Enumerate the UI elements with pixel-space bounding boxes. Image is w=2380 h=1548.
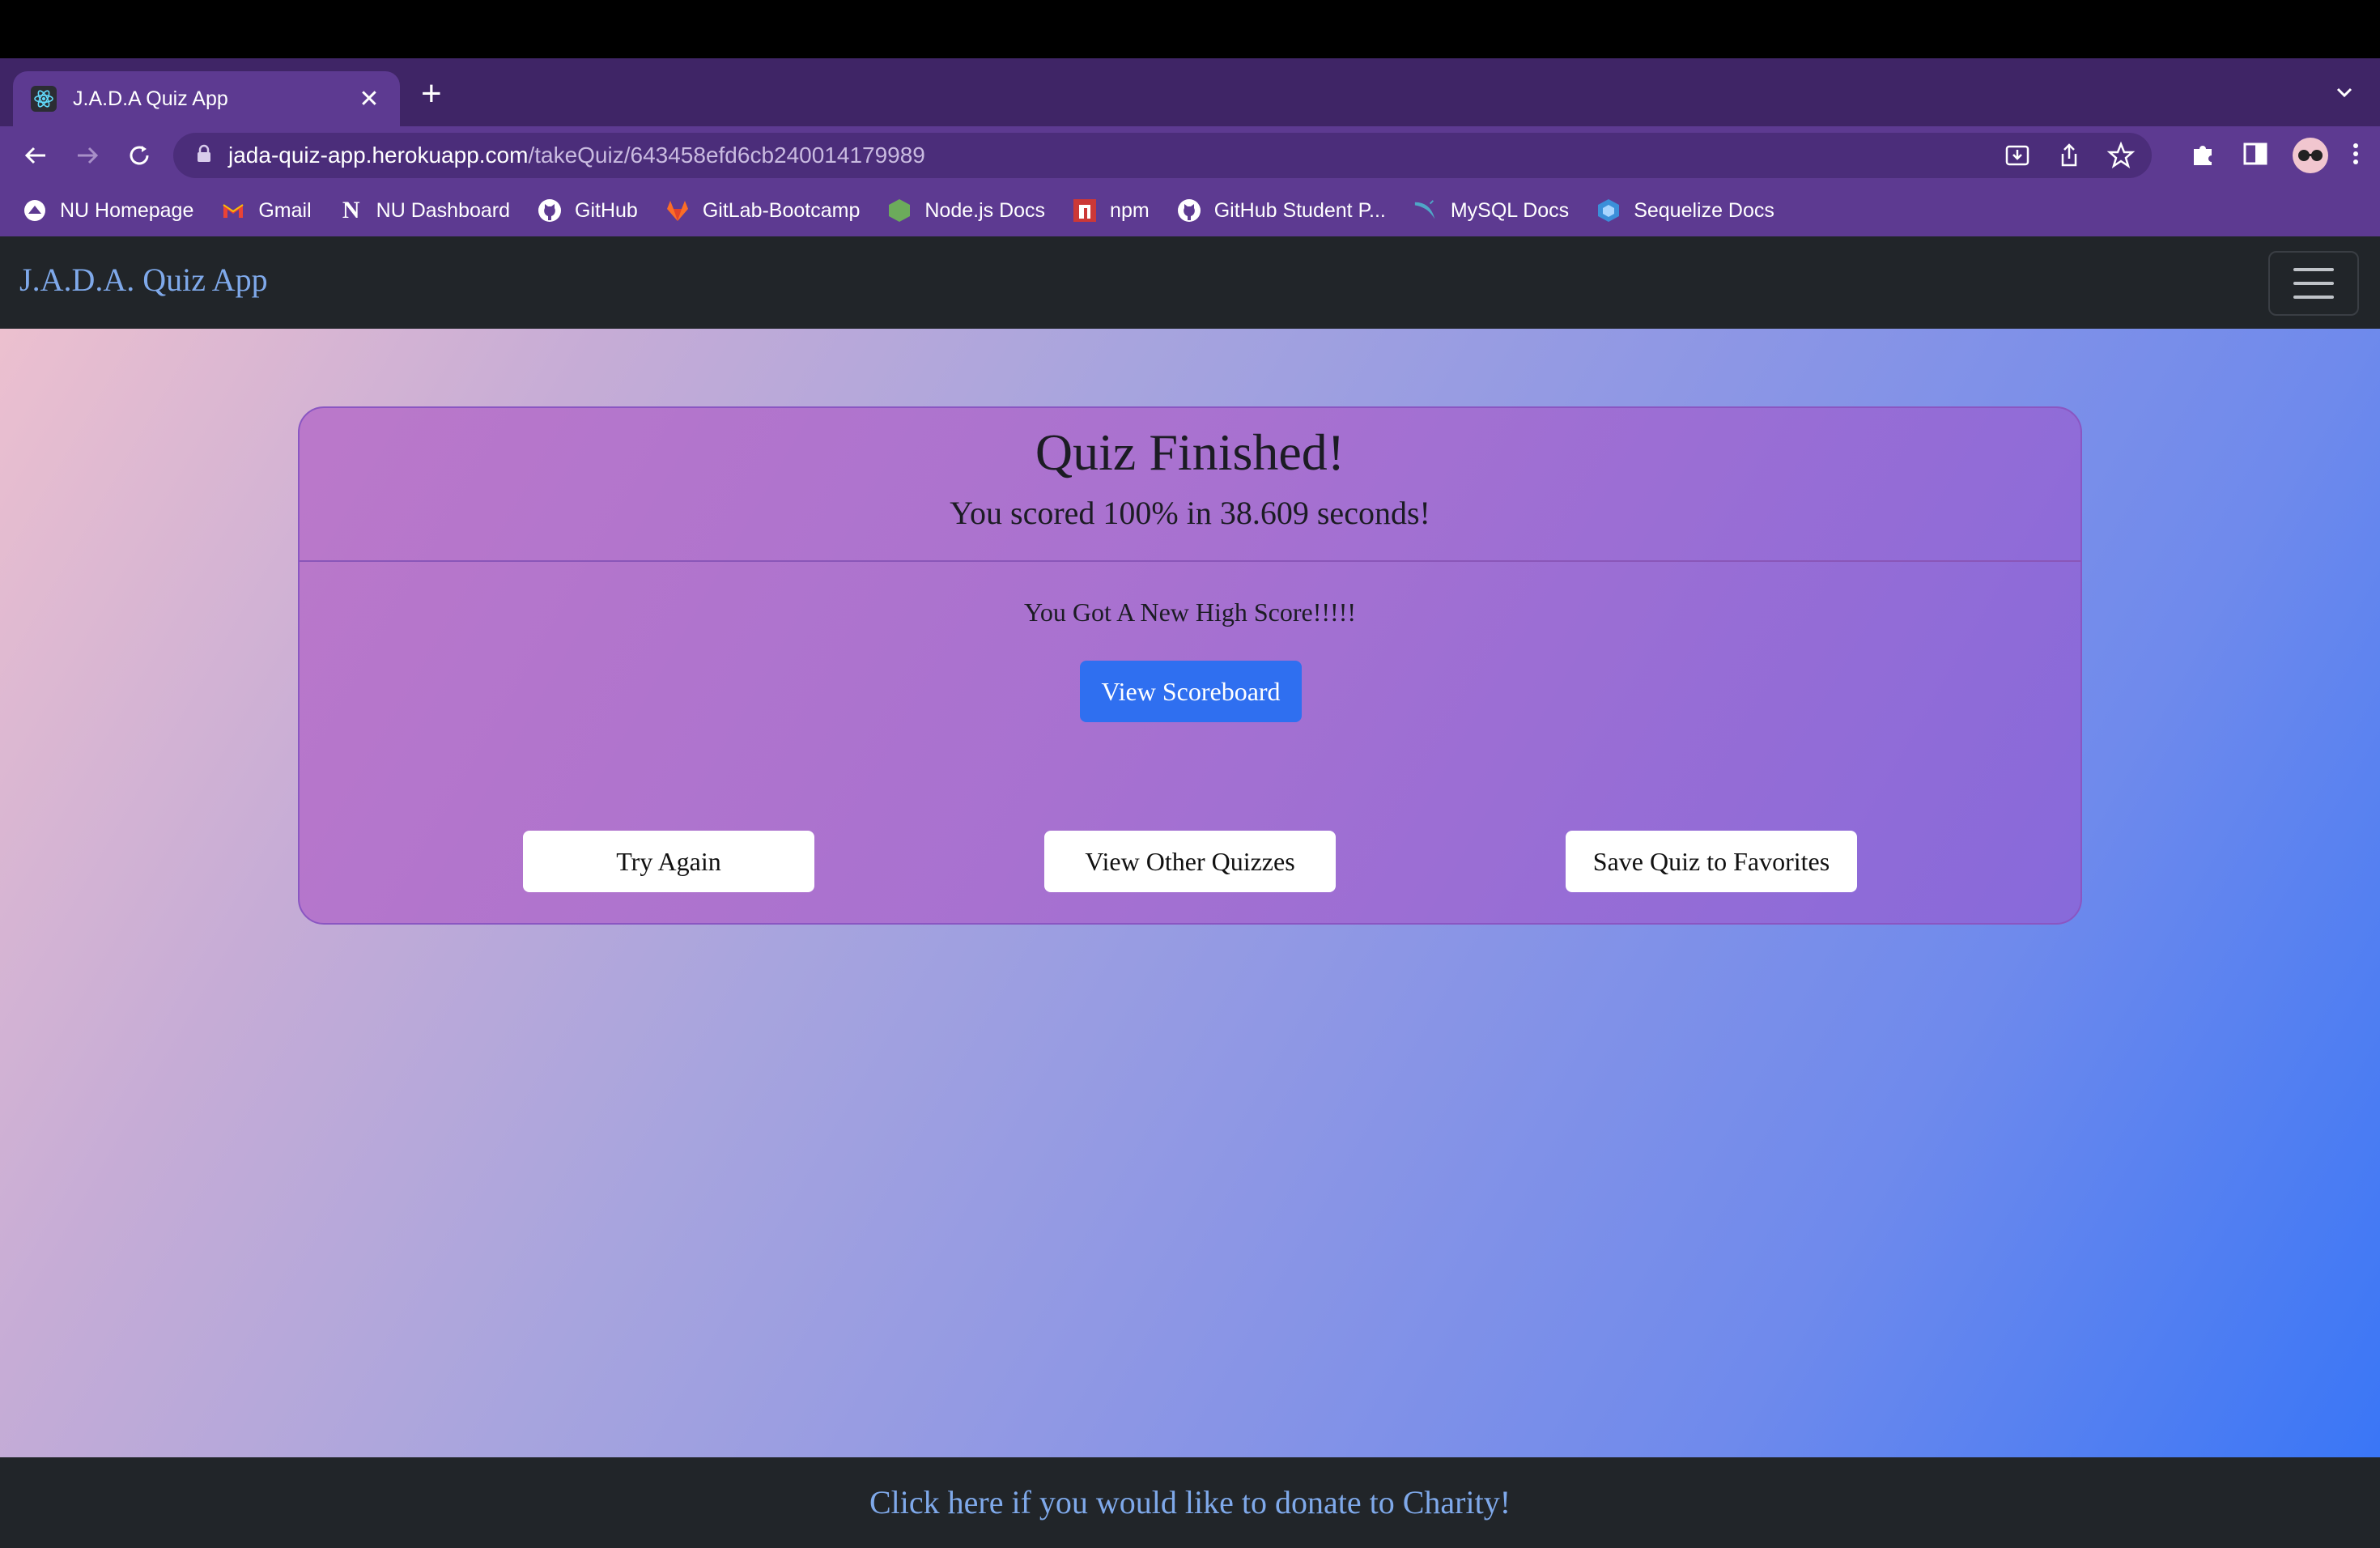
result-title: Quiz Finished! — [1035, 423, 1345, 481]
extensions-puzzle-icon[interactable] — [2189, 139, 2218, 172]
bookmark-mysql[interactable]: MySQL Docs — [1413, 198, 1569, 223]
app-footer: Click here if you would like to donate t… — [0, 1457, 2380, 1548]
nodejs-icon — [887, 198, 912, 223]
app-navbar: J.A.D.A. Quiz App — [0, 236, 2380, 329]
share-icon[interactable] — [2055, 141, 2084, 174]
sequelize-icon — [1596, 198, 1621, 223]
bookmark-npm[interactable]: npm — [1073, 198, 1150, 223]
result-card-header: Quiz Finished! You scored 100% in 38.609… — [300, 408, 2080, 562]
bookmark-star-icon[interactable] — [2106, 141, 2136, 174]
new-tab-icon[interactable]: + — [421, 76, 442, 112]
view-other-quizzes-button[interactable]: View Other Quizzes — [1044, 831, 1336, 892]
reload-icon[interactable] — [123, 139, 155, 172]
tab-search-chevron-icon[interactable] — [2333, 81, 2356, 108]
bookmark-github[interactable]: GitHub — [538, 198, 638, 223]
view-scoreboard-button[interactable]: View Scoreboard — [1080, 661, 1302, 722]
main-content: Quiz Finished! You scored 100% in 38.609… — [0, 329, 2380, 1457]
browser-tab-strip: J.A.D.A Quiz App ✕ + — [0, 58, 2380, 126]
hamburger-menu-icon[interactable] — [2268, 251, 2359, 316]
address-bar[interactable]: jada-quiz-app.herokuapp.com/takeQuiz/643… — [173, 133, 2152, 178]
bookmark-nu-dashboard[interactable]: N NU Dashboard — [339, 197, 510, 223]
result-summary: You scored 100% in 38.609 seconds! — [950, 495, 1430, 531]
bookmark-gmail[interactable]: Gmail — [221, 198, 312, 223]
donate-link[interactable]: Click here if you would like to donate t… — [869, 1483, 1511, 1521]
bookmark-nu-homepage[interactable]: NU Homepage — [23, 198, 193, 223]
bookmark-github-student[interactable]: GitHub Student P... — [1177, 198, 1386, 223]
bookmark-nodejs[interactable]: Node.js Docs — [887, 198, 1045, 223]
url-path: /takeQuiz/643458efd6cb240014179989 — [528, 142, 925, 168]
install-app-icon[interactable] — [2003, 141, 2032, 174]
gitlab-icon — [665, 198, 690, 223]
bookmarks-bar: NU Homepage Gmail N NU Dashboard GitHub … — [0, 185, 2380, 236]
quiz-result-card: Quiz Finished! You scored 100% in 38.609… — [298, 406, 2082, 925]
bookmark-sequelize[interactable]: Sequelize Docs — [1596, 198, 1774, 223]
github-icon — [1177, 198, 1201, 223]
try-again-button[interactable]: Try Again — [523, 831, 814, 892]
gmail-icon — [221, 198, 245, 223]
github-icon — [538, 198, 562, 223]
forward-arrow-icon[interactable] — [71, 139, 104, 172]
save-to-favorites-button[interactable]: Save Quiz to Favorites — [1566, 831, 1857, 892]
profile-avatar[interactable] — [2293, 138, 2328, 173]
close-tab-icon[interactable]: ✕ — [356, 85, 382, 113]
notion-icon: N — [342, 197, 360, 223]
browser-tab-active[interactable]: J.A.D.A Quiz App ✕ — [13, 71, 400, 126]
react-atom-icon — [31, 86, 57, 112]
browser-toolbar: jada-quiz-app.herokuapp.com/takeQuiz/643… — [0, 126, 2380, 185]
system-top-strip — [0, 0, 2380, 58]
side-panel-icon[interactable] — [2241, 139, 2270, 172]
high-score-message: You Got A New High Score!!!!! — [1023, 598, 1357, 627]
bookmark-gitlab[interactable]: GitLab-Bootcamp — [665, 198, 860, 223]
nu-icon — [23, 198, 47, 223]
navbar-brand[interactable]: J.A.D.A. Quiz App — [19, 261, 268, 299]
lock-icon[interactable] — [196, 144, 212, 168]
kebab-menu-icon[interactable] — [2351, 139, 2361, 172]
npm-icon — [1073, 198, 1097, 223]
tab-title: J.A.D.A Quiz App — [73, 87, 228, 110]
back-arrow-icon[interactable] — [19, 139, 52, 172]
url-host: jada-quiz-app.herokuapp.com — [228, 142, 529, 168]
mysql-icon — [1413, 198, 1438, 223]
